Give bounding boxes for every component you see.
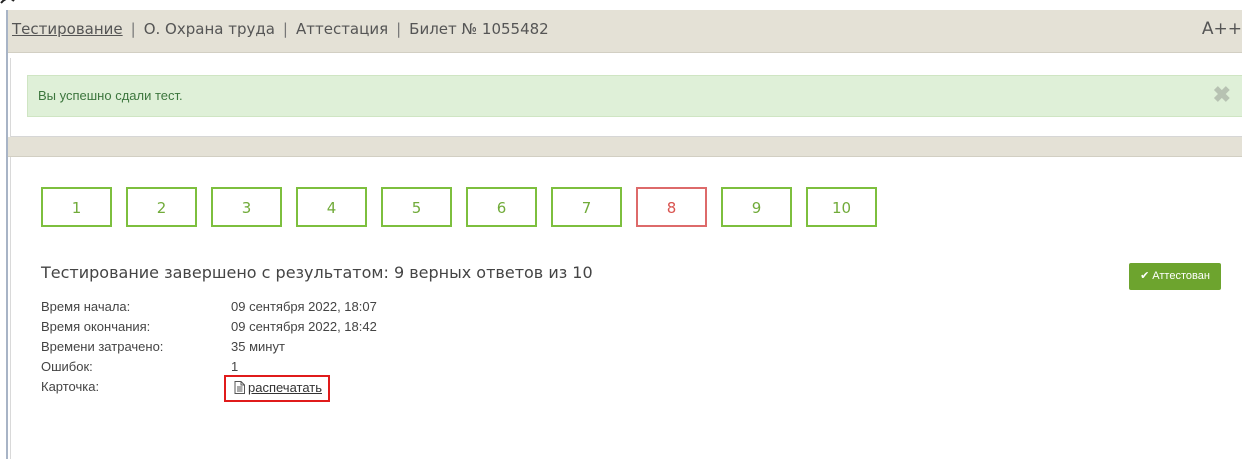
breadcrumb-testing-link[interactable]: Тестирование	[12, 20, 123, 38]
breadcrumb-section: Аттестация	[295, 20, 389, 38]
alert-message: Вы успешно сдали тест.	[38, 88, 183, 103]
detail-label: Время окончания:	[41, 319, 151, 334]
status-badge: ✔ Аттестован	[1129, 263, 1221, 290]
question-3-button[interactable]: 3	[211, 187, 282, 227]
document-icon	[234, 381, 245, 394]
alert-panel: Вы успешно сдали тест. ✖	[10, 58, 1242, 137]
cropped-glyph-fragment	[0, 0, 15, 4]
detail-label: Времени затрачено:	[41, 339, 164, 354]
errors-value: 1	[231, 359, 239, 374]
print-link-label[interactable]: распечатать	[248, 380, 322, 395]
question-9-button[interactable]: 9	[721, 187, 792, 227]
detail-label: Время начала:	[41, 299, 131, 314]
question-5-button[interactable]: 5	[381, 187, 452, 227]
breadcrumb-course: О. Охрана труда	[143, 20, 275, 38]
question-6-button[interactable]: 6	[466, 187, 537, 227]
check-icon: ✔	[1140, 270, 1150, 282]
top-strip	[0, 0, 1242, 10]
question-2-button[interactable]: 2	[126, 187, 197, 227]
question-7-button[interactable]: 7	[551, 187, 622, 227]
breadcrumb: Тестирование | О. Охрана труда | Аттестация |…	[12, 20, 549, 38]
section-divider	[8, 137, 1242, 157]
header-bar: Тестирование | О. Охрана труда | Аттестация |…	[8, 10, 1242, 53]
question-8-button[interactable]: 8	[636, 187, 707, 227]
question-1-button[interactable]: 1	[41, 187, 112, 227]
start-time-value: 09 сентября 2022, 18:07	[231, 299, 377, 314]
result-heading: Тестирование завершено с результатом: 9 …	[41, 263, 593, 282]
question-4-button[interactable]: 4	[296, 187, 367, 227]
breadcrumb-separator: |	[130, 20, 136, 38]
results-panel: 1 2 3 4 5 6 7 8 9 10 Тестирование заверш…	[10, 157, 1242, 459]
breadcrumb-separator: |	[396, 20, 402, 38]
status-badge-label: Аттестован	[1152, 270, 1210, 282]
question-10-button[interactable]: 10	[806, 187, 877, 227]
time-spent-value: 35 минут	[231, 339, 285, 354]
print-card-link[interactable]: распечатать	[224, 375, 330, 402]
success-alert: Вы успешно сдали тест. ✖	[27, 75, 1242, 117]
font-size-toggle[interactable]: A++	[1202, 19, 1242, 39]
detail-label: Карточка:	[41, 379, 100, 394]
breadcrumb-separator: |	[282, 20, 288, 38]
detail-label: Ошибок:	[41, 359, 93, 374]
end-time-value: 09 сентября 2022, 18:42	[231, 319, 377, 334]
breadcrumb-ticket: Билет № 1055482	[409, 20, 549, 38]
close-icon[interactable]: ✖	[1213, 84, 1231, 106]
